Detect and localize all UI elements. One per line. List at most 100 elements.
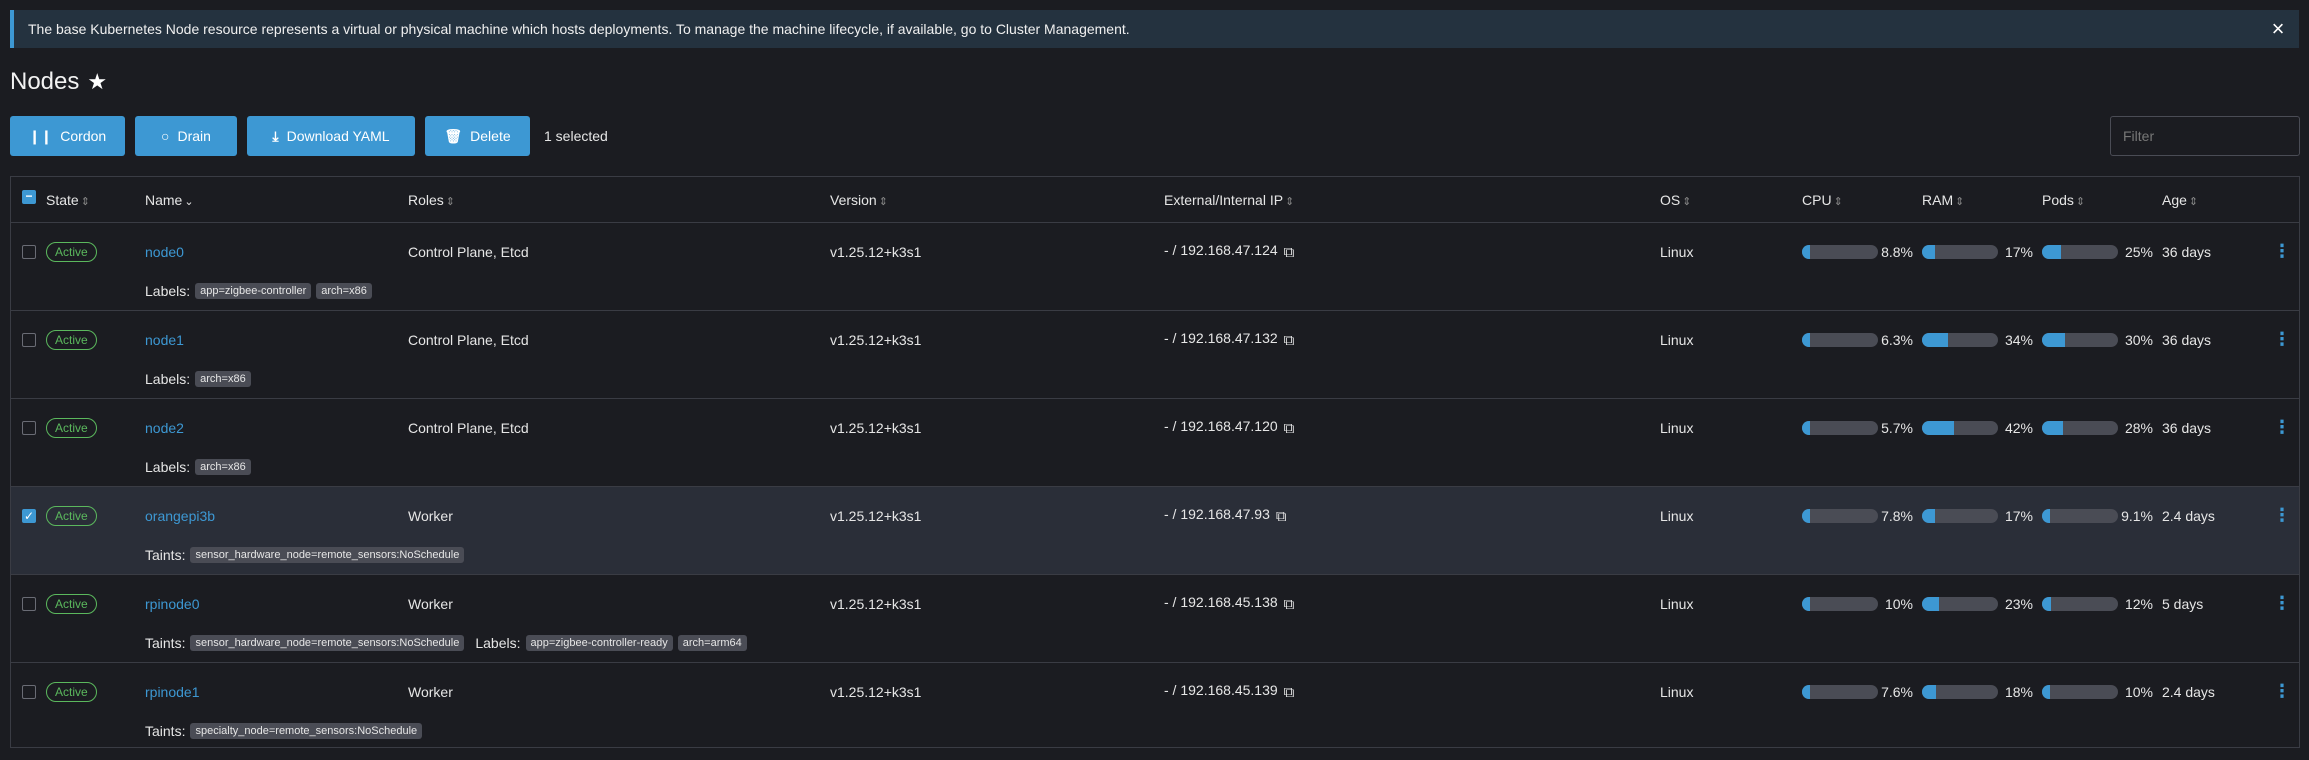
pods-usage-bar (2042, 509, 2118, 523)
node-roles: Worker (408, 508, 453, 524)
row-actions-icon[interactable]: ⋮ (2273, 241, 2291, 262)
node-os: Linux (1660, 332, 1694, 348)
ram-usage-fill (1922, 509, 1935, 523)
table-row[interactable]: ✓ Active orangepi3b Worker v1.25.12+k3s1 - / … (11, 487, 2299, 575)
taint-tag: sensor_hardware_node=remote_sensors:NoSc… (190, 635, 465, 651)
row-meta: Taints: specialty_node=remote_sensors:NoS… (145, 723, 423, 739)
sort-icon: ⇕ (1833, 196, 1843, 208)
node-name-link[interactable]: node2 (145, 420, 184, 436)
col-ip-label: External/Internal IP (1164, 192, 1284, 208)
taints-label: Taints: (145, 635, 186, 651)
row-checkbox[interactable] (22, 333, 36, 347)
drain-label: Drain (177, 128, 211, 144)
cpu-usage-bar (1802, 509, 1878, 523)
cpu-usage-bar (1802, 245, 1878, 259)
col-ip[interactable]: External/Internal IP ⇕ (1164, 192, 1294, 208)
delete-button[interactable]: 🗑 Delete (425, 116, 530, 156)
pods-usage-bar (2042, 421, 2118, 435)
sort-icon: ⇕ (445, 196, 456, 208)
ram-usage-fill (1922, 597, 1939, 611)
copy-icon[interactable]: ⧉ (1284, 332, 1295, 349)
node-version: v1.25.12+k3s1 (830, 244, 922, 260)
labels-label: Labels: (475, 635, 521, 651)
row-actions-icon[interactable]: ⋮ (2273, 417, 2291, 438)
drain-button[interactable]: ○ Drain (135, 116, 237, 156)
node-name-link[interactable]: node1 (145, 332, 184, 348)
col-os[interactable]: OS ⇕ (1660, 192, 1691, 208)
table-row[interactable]: Active node0 Control Plane, Etcd v1.25.12+k… (11, 223, 2299, 311)
row-actions-icon[interactable]: ⋮ (2273, 505, 2291, 526)
col-ram[interactable]: RAM ⇕ (1922, 192, 1964, 208)
table-row[interactable]: Active node2 Control Plane, Etcd v1.25.12+k… (11, 399, 2299, 487)
copy-icon[interactable]: ⧉ (1284, 420, 1295, 437)
node-name-link[interactable]: rpinode0 (145, 596, 200, 612)
row-checkbox[interactable]: ✓ (22, 509, 36, 523)
col-version[interactable]: Version ⇕ (830, 192, 888, 208)
col-age[interactable]: Age ⇕ (2162, 192, 2198, 208)
col-name-label: Name (145, 192, 183, 208)
labels-label: Labels: (145, 283, 191, 299)
col-cpu[interactable]: CPU ⇕ (1802, 192, 1843, 208)
col-cpu-label: CPU (1802, 192, 1832, 208)
pods-usage-fill (2042, 509, 2050, 523)
row-actions-icon[interactable]: ⋮ (2273, 329, 2291, 350)
copy-icon[interactable]: ⧉ (1276, 508, 1287, 525)
node-os: Linux (1660, 596, 1694, 612)
table-row[interactable]: Active node1 Control Plane, Etcd v1.25.12+k… (11, 311, 2299, 399)
copy-icon[interactable]: ⧉ (1284, 596, 1295, 613)
copy-icon[interactable]: ⧉ (1284, 244, 1295, 261)
cordon-button[interactable]: ❙❙ Cordon (10, 116, 125, 156)
node-name-link[interactable]: rpinode1 (145, 684, 200, 700)
col-name[interactable]: Name ⌄ (145, 192, 194, 208)
node-name-link[interactable]: node0 (145, 244, 184, 260)
row-actions-icon[interactable]: ⋮ (2273, 681, 2291, 702)
node-age: 2.4 days (2162, 684, 2215, 700)
row-meta: Labels: app=zigbee-controller arch=x86 (145, 283, 372, 299)
row-meta: Taints: sensor_hardware_node=remote_senso… (145, 547, 465, 563)
node-ip-text: - / 192.168.47.132 (1164, 330, 1278, 346)
node-name-link[interactable]: orangepi3b (145, 508, 215, 524)
star-icon[interactable]: ★ (87, 69, 107, 95)
node-age: 2.4 days (2162, 508, 2215, 524)
col-pods[interactable]: Pods ⇕ (2042, 192, 2085, 208)
row-checkbox[interactable] (22, 597, 36, 611)
node-os: Linux (1660, 244, 1694, 260)
col-roles[interactable]: Roles ⇕ (408, 192, 455, 208)
filter-input[interactable] (2110, 116, 2300, 156)
ram-usage-bar (1922, 685, 1998, 699)
label-tag: arch=x86 (316, 283, 372, 299)
node-ip: - / 192.168.47.132 ⧉ (1164, 330, 1294, 349)
row-checkbox[interactable] (22, 245, 36, 259)
node-age: 36 days (2162, 332, 2212, 348)
node-ip: - / 192.168.47.120 ⧉ (1164, 418, 1294, 437)
download-icon: ⤓ (272, 127, 279, 144)
select-all-checkbox[interactable]: − (22, 190, 36, 204)
pods-usage-value: 9.1% (2121, 508, 2153, 524)
ram-usage-bar (1922, 597, 1998, 611)
table-row[interactable]: Active rpinode1 Worker v1.25.12+k3s1 - / 192… (11, 663, 2299, 751)
sort-icon: ⇕ (1955, 196, 1965, 208)
ram-usage-bar (1922, 245, 1998, 259)
ram-usage-value: 23% (2004, 596, 2033, 612)
row-checkbox[interactable] (22, 685, 36, 699)
ram-usage-value: 42% (2004, 420, 2033, 436)
labels-label: Labels: (145, 371, 191, 387)
node-roles: Worker (408, 684, 453, 700)
delete-label: Delete (470, 128, 511, 144)
row-actions-icon[interactable]: ⋮ (2273, 593, 2291, 614)
pods-usage-value: 30% (2124, 332, 2153, 348)
row-checkbox[interactable] (22, 421, 36, 435)
node-roles: Worker (408, 596, 453, 612)
pods-usage-value: 25% (2124, 244, 2153, 260)
ram-usage-fill (1922, 421, 1954, 435)
sort-icon: ⇕ (1285, 196, 1295, 208)
col-state[interactable]: State ⇕ (46, 192, 90, 208)
download-yaml-button[interactable]: ⤓ Download YAML (247, 116, 415, 156)
table-row[interactable]: Active rpinode0 Worker v1.25.12+k3s1 - / 192… (11, 575, 2299, 663)
sort-icon: ⇕ (2075, 196, 2086, 208)
row-meta: Labels: arch=x86 (145, 371, 251, 387)
pods-usage-fill (2042, 421, 2063, 435)
node-roles: Control Plane, Etcd (408, 244, 529, 260)
close-icon[interactable]: × (2267, 18, 2289, 40)
copy-icon[interactable]: ⧉ (1284, 684, 1295, 701)
